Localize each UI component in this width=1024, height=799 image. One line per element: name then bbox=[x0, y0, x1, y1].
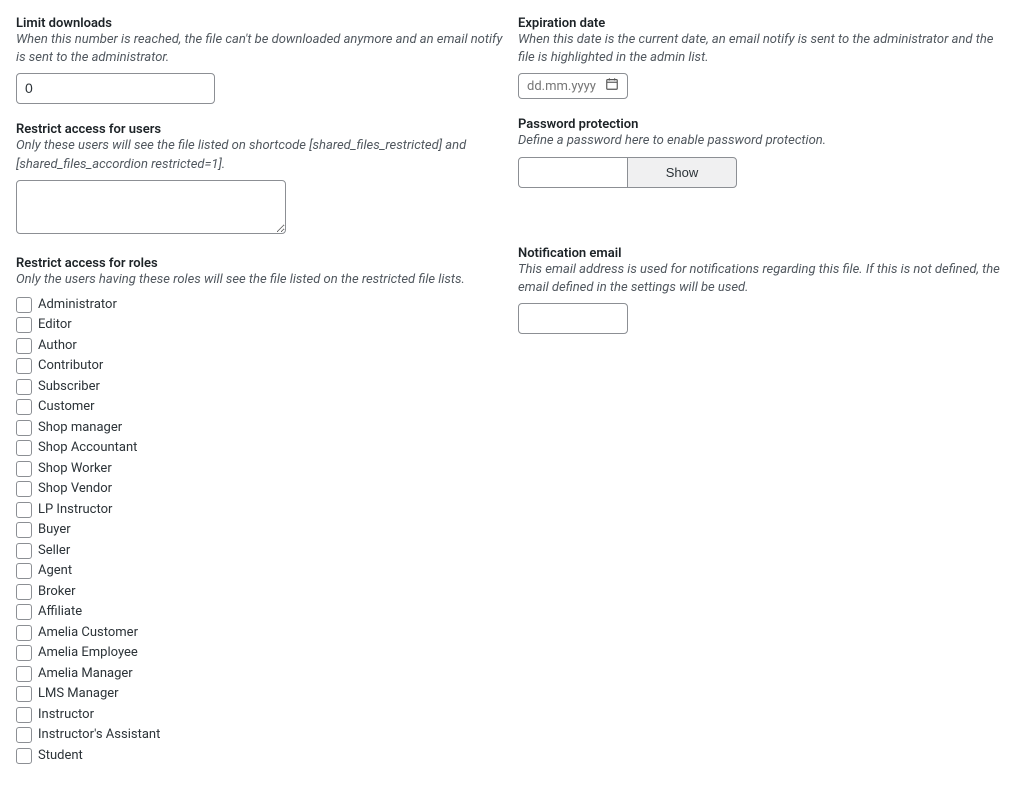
role-label[interactable]: Customer bbox=[38, 397, 95, 417]
role-label[interactable]: Editor bbox=[38, 315, 72, 335]
list-item: Instructor bbox=[16, 705, 506, 725]
roles-list: AdministratorEditorAuthorContributorSubs… bbox=[16, 295, 506, 766]
notification-email-label: Notification email bbox=[518, 246, 1008, 261]
list-item: Amelia Manager bbox=[16, 664, 506, 684]
role-checkbox[interactable] bbox=[16, 420, 32, 436]
role-checkbox[interactable] bbox=[16, 707, 32, 723]
role-label[interactable]: Broker bbox=[38, 582, 76, 602]
role-checkbox[interactable] bbox=[16, 502, 32, 518]
limit-downloads-input[interactable] bbox=[16, 73, 215, 104]
role-label[interactable]: Shop Accountant bbox=[38, 438, 137, 458]
show-password-button[interactable]: Show bbox=[627, 157, 737, 188]
role-label[interactable]: Student bbox=[38, 746, 83, 766]
password-protection-group: Password protection Define a password he… bbox=[518, 117, 1008, 187]
role-label[interactable]: Instructor bbox=[38, 705, 94, 725]
list-item: Broker bbox=[16, 582, 506, 602]
role-label[interactable]: Seller bbox=[38, 541, 70, 561]
restrict-users-group: Restrict access for users Only these use… bbox=[16, 122, 506, 237]
role-label[interactable]: Shop manager bbox=[38, 418, 122, 438]
list-item: Administrator bbox=[16, 295, 506, 315]
notification-email-group: Notification email This email address is… bbox=[518, 246, 1008, 334]
role-checkbox[interactable] bbox=[16, 686, 32, 702]
role-label[interactable]: Amelia Employee bbox=[38, 643, 138, 663]
role-checkbox[interactable] bbox=[16, 297, 32, 313]
role-checkbox[interactable] bbox=[16, 543, 32, 559]
role-label[interactable]: Author bbox=[38, 336, 77, 356]
role-label[interactable]: Shop Worker bbox=[38, 459, 112, 479]
role-checkbox[interactable] bbox=[16, 338, 32, 354]
role-label[interactable]: Shop Vendor bbox=[38, 479, 112, 499]
right-column: Expiration date When this date is the cu… bbox=[518, 16, 1008, 783]
role-label[interactable]: Agent bbox=[38, 561, 72, 581]
role-checkbox[interactable] bbox=[16, 748, 32, 764]
password-protection-description: Define a password here to enable passwor… bbox=[518, 132, 1008, 150]
role-checkbox[interactable] bbox=[16, 358, 32, 374]
calendar-icon bbox=[605, 77, 619, 95]
list-item: Student bbox=[16, 746, 506, 766]
restrict-users-description: Only these users will see the file liste… bbox=[16, 137, 506, 173]
restrict-roles-group: Restrict access for roles Only the users… bbox=[16, 256, 506, 766]
restrict-users-input[interactable] bbox=[16, 180, 286, 234]
role-label[interactable]: Amelia Manager bbox=[38, 664, 133, 684]
notification-email-description: This email address is used for notificat… bbox=[518, 261, 1008, 297]
role-checkbox[interactable] bbox=[16, 584, 32, 600]
role-checkbox[interactable] bbox=[16, 666, 32, 682]
role-checkbox[interactable] bbox=[16, 317, 32, 333]
list-item: Shop manager bbox=[16, 418, 506, 438]
list-item: Instructor's Assistant bbox=[16, 725, 506, 745]
role-checkbox[interactable] bbox=[16, 625, 32, 641]
role-label[interactable]: Contributor bbox=[38, 356, 103, 376]
role-label[interactable]: LP Instructor bbox=[38, 500, 112, 520]
list-item: Agent bbox=[16, 561, 506, 581]
role-label[interactable]: Instructor's Assistant bbox=[38, 725, 160, 745]
list-item: Author bbox=[16, 336, 506, 356]
role-checkbox[interactable] bbox=[16, 461, 32, 477]
restrict-roles-label: Restrict access for roles bbox=[16, 256, 506, 271]
role-label[interactable]: Amelia Customer bbox=[38, 623, 138, 643]
role-label[interactable]: Subscriber bbox=[38, 377, 100, 397]
list-item: Contributor bbox=[16, 356, 506, 376]
list-item: LMS Manager bbox=[16, 684, 506, 704]
restrict-users-label: Restrict access for users bbox=[16, 122, 506, 137]
list-item: LP Instructor bbox=[16, 500, 506, 520]
list-item: Amelia Customer bbox=[16, 623, 506, 643]
expiration-date-input[interactable]: dd.mm.yyyy bbox=[518, 73, 628, 99]
restrict-roles-description: Only the users having these roles will s… bbox=[16, 271, 506, 289]
list-item: Seller bbox=[16, 541, 506, 561]
list-item: Customer bbox=[16, 397, 506, 417]
limit-downloads-description: When this number is reached, the file ca… bbox=[16, 31, 506, 67]
expiration-date-label: Expiration date bbox=[518, 16, 1008, 31]
role-checkbox[interactable] bbox=[16, 399, 32, 415]
expiration-date-description: When this date is the current date, an e… bbox=[518, 31, 1008, 67]
role-checkbox[interactable] bbox=[16, 440, 32, 456]
list-item: Buyer bbox=[16, 520, 506, 540]
role-label[interactable]: Administrator bbox=[38, 295, 117, 315]
list-item: Editor bbox=[16, 315, 506, 335]
role-checkbox[interactable] bbox=[16, 522, 32, 538]
limit-downloads-label: Limit downloads bbox=[16, 16, 506, 31]
role-checkbox[interactable] bbox=[16, 645, 32, 661]
role-label[interactable]: Affiliate bbox=[38, 602, 82, 622]
role-label[interactable]: Buyer bbox=[38, 520, 71, 540]
list-item: Affiliate bbox=[16, 602, 506, 622]
left-column: Limit downloads When this number is reac… bbox=[16, 16, 506, 783]
role-checkbox[interactable] bbox=[16, 481, 32, 497]
expiration-date-placeholder: dd.mm.yyyy bbox=[527, 79, 596, 94]
list-item: Subscriber bbox=[16, 377, 506, 397]
role-checkbox[interactable] bbox=[16, 604, 32, 620]
list-item: Shop Accountant bbox=[16, 438, 506, 458]
expiration-date-group: Expiration date When this date is the cu… bbox=[518, 16, 1008, 99]
role-checkbox[interactable] bbox=[16, 727, 32, 743]
password-input[interactable] bbox=[518, 157, 628, 188]
password-protection-label: Password protection bbox=[518, 117, 1008, 132]
role-label[interactable]: LMS Manager bbox=[38, 684, 119, 704]
notification-email-input[interactable] bbox=[518, 303, 628, 334]
list-item: Shop Worker bbox=[16, 459, 506, 479]
role-checkbox[interactable] bbox=[16, 379, 32, 395]
list-item: Amelia Employee bbox=[16, 643, 506, 663]
limit-downloads-group: Limit downloads When this number is reac… bbox=[16, 16, 506, 104]
list-item: Shop Vendor bbox=[16, 479, 506, 499]
